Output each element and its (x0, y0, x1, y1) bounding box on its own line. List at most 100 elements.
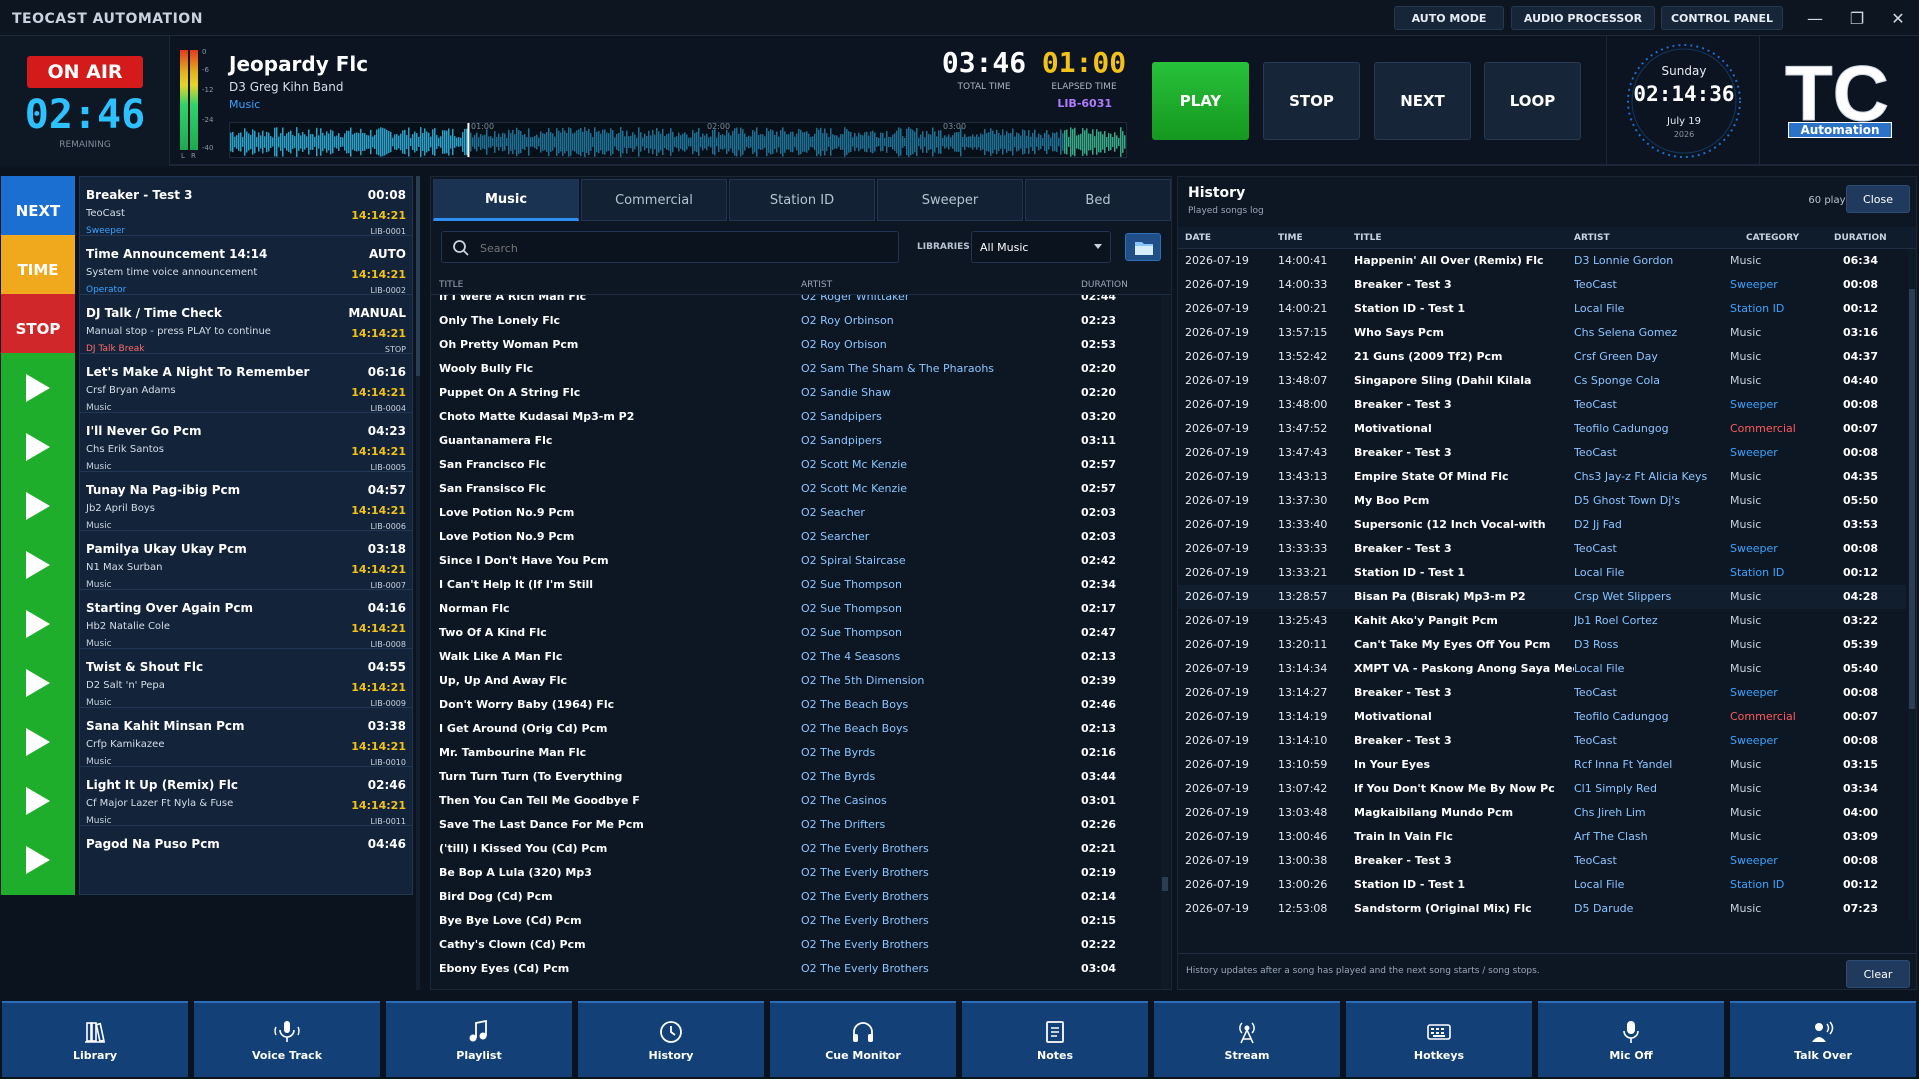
library-row[interactable]: Oh Pretty Woman Pcm O2 Roy Orbison 02:53 (431, 333, 1159, 357)
audio-processor-button[interactable]: AUDIO PROCESSOR (1511, 6, 1655, 30)
library-row[interactable]: I Get Around (Orig Cd) Pcm O2 The Beach B… (431, 717, 1159, 741)
history-row[interactable]: 2026-07-19 13:57:15 Who Says Pcm Chs Selena… (1178, 321, 1906, 345)
history-row[interactable]: 2026-07-19 13:47:52 Motivational Teofilo Ca… (1178, 417, 1906, 441)
library-row[interactable]: Turn Turn Turn (To Everything O2 The Byrd… (431, 765, 1159, 789)
toolbar-stream-button[interactable]: Stream (1154, 1001, 1340, 1077)
toolbar-hotkeys-button[interactable]: Hotkeys (1346, 1001, 1532, 1077)
library-row[interactable]: I Can't Help It (If I'm Still O2 Sue Thom… (431, 573, 1159, 597)
history-row[interactable]: 2026-07-19 13:28:57 Bisan Pa (Bisrak) Mp3-… (1178, 585, 1906, 609)
library-row[interactable]: Save The Last Dance For Me Pcm O2 The Dri… (431, 813, 1159, 837)
history-row[interactable]: 2026-07-19 13:33:33 Breaker - Test 3 TeoCas… (1178, 537, 1906, 561)
tab-bed[interactable]: Bed (1025, 179, 1171, 221)
toolbar-talk-over-button[interactable]: Talk Over (1730, 1001, 1916, 1077)
column-header-title[interactable]: TITLE (439, 280, 463, 290)
control-panel-button[interactable]: CONTROL PANEL (1661, 6, 1783, 30)
library-row[interactable]: Guantanamera Flc O2 Sandpipers 03:11 (431, 429, 1159, 453)
toolbar-mic-off-button[interactable]: Mic Off (1538, 1001, 1724, 1077)
history-row[interactable]: 2026-07-19 13:00:38 Breaker - Test 3 TeoCas… (1178, 849, 1906, 873)
libraries-select[interactable]: All Music (971, 231, 1111, 263)
toolbar-history-button[interactable]: History (578, 1001, 764, 1077)
column-header-date[interactable]: DATE (1185, 233, 1211, 243)
history-scrollbar-thumb[interactable] (1909, 289, 1915, 709)
column-header-time[interactable]: TIME (1278, 233, 1303, 243)
library-row[interactable]: Mr. Tambourine Man Flc O2 The Byrds 02:16 (431, 741, 1159, 765)
history-row[interactable]: 2026-07-19 13:48:07 Singapore Sling (Dahil… (1178, 369, 1906, 393)
library-row[interactable]: Bye Bye Love (Cd) Pcm O2 The Everly Broth… (431, 909, 1159, 933)
next-button[interactable]: NEXT (1374, 62, 1471, 140)
history-row[interactable]: 2026-07-19 13:33:21 Station ID - Test 1 Loc… (1178, 561, 1906, 585)
library-row[interactable]: Choto Matte Kudasai Mp3-m P2 O2 Sandpiper… (431, 405, 1159, 429)
playlist-scrollbar-thumb[interactable] (416, 176, 420, 376)
library-row[interactable]: Wooly Bully Flc O2 Sam The Sham & The Pha… (431, 357, 1159, 381)
column-header-category[interactable]: CATEGORY (1746, 233, 1799, 243)
history-row[interactable]: 2026-07-19 12:53:08 Sandstorm (Original Mi… (1178, 897, 1906, 921)
column-header-artist[interactable]: ARTIST (1574, 233, 1610, 243)
tab-station-id[interactable]: Station ID (729, 179, 875, 221)
toolbar-cue-monitor-button[interactable]: Cue Monitor (770, 1001, 956, 1077)
library-row[interactable]: Cathy's Clown (Cd) Pcm O2 The Everly Brot… (431, 933, 1159, 957)
playlist-card[interactable]: Pagod Na Puso Pcm 04:46 (79, 825, 413, 895)
history-row[interactable]: 2026-07-19 13:14:27 Breaker - Test 3 TeoCas… (1178, 681, 1906, 705)
history-row[interactable]: 2026-07-19 14:00:41 Happenin' All Over (Re… (1178, 249, 1906, 273)
library-row[interactable]: San Francisco Flc O2 Scott Mc Kenzie 02:57 (431, 453, 1159, 477)
history-row[interactable]: 2026-07-19 13:10:59 In Your Eyes Rcf Inna F… (1178, 753, 1906, 777)
library-row[interactable]: Puppet On A String Flc O2 Sandie Shaw 02:2… (431, 381, 1159, 405)
tab-music[interactable]: Music (433, 179, 579, 221)
library-row[interactable]: Only The Lonely Flc O2 Roy Orbinson 02:23 (431, 309, 1159, 333)
library-row[interactable]: Walk Like A Man Flc O2 The 4 Seasons 02:13 (431, 645, 1159, 669)
play-item-button[interactable] (1, 825, 75, 895)
tab-commercial[interactable]: Commercial (581, 179, 727, 221)
history-row[interactable]: 2026-07-19 13:03:48 Magkaibilang Mundo Pcm… (1178, 801, 1906, 825)
library-row[interactable]: Since I Don't Have You Pcm O2 Spiral Stai… (431, 549, 1159, 573)
library-row[interactable]: Then You Can Tell Me Goodbye F O2 The Cas… (431, 789, 1159, 813)
loop-button[interactable]: LOOP (1484, 62, 1581, 140)
history-row[interactable]: 2026-07-19 13:07:42 If You Don't Know Me B… (1178, 777, 1906, 801)
toolbar-notes-button[interactable]: Notes (962, 1001, 1148, 1077)
search-input[interactable] (480, 238, 880, 258)
close-icon[interactable]: ✕ (1877, 0, 1919, 36)
toolbar-playlist-button[interactable]: Playlist (386, 1001, 572, 1077)
playlist-item[interactable]: Pagod Na Puso Pcm 04:46 (0, 825, 414, 895)
column-header-duration[interactable]: DURATION (1081, 280, 1128, 290)
history-row[interactable]: 2026-07-19 13:33:40 Supersonic (12 Inch Vo… (1178, 513, 1906, 537)
library-row[interactable]: Bird Dog (Cd) Pcm O2 The Everly Brothers 0… (431, 885, 1159, 909)
history-row[interactable]: 2026-07-19 13:47:43 Breaker - Test 3 TeoCas… (1178, 441, 1906, 465)
toolbar-voice-track-button[interactable]: Voice Track (194, 1001, 380, 1077)
library-row[interactable]: ('till) I Kissed You (Cd) Pcm O2 The Ever… (431, 837, 1159, 861)
library-scrollbar-thumb[interactable] (1162, 877, 1168, 891)
history-row[interactable]: 2026-07-19 13:52:42 21 Guns (2009 Tf2) Pcm… (1178, 345, 1906, 369)
history-row[interactable]: 2026-07-19 13:37:30 My Boo Pcm D5 Ghost Tow… (1178, 489, 1906, 513)
waveform-seek-bar[interactable]: 01:00 02:00 03:00 (229, 122, 1127, 158)
history-close-button[interactable]: Close (1846, 185, 1910, 213)
library-row[interactable]: Ebony Eyes (Cd) Pcm O2 The Everly Brother… (431, 957, 1159, 981)
library-row[interactable]: San Fransisco Flc O2 Scott Mc Kenzie 02:57 (431, 477, 1159, 501)
library-row[interactable]: Be Bop A Lula (320) Mp3 O2 The Everly Bro… (431, 861, 1159, 885)
toolbar-library-button[interactable]: Library (2, 1001, 188, 1077)
history-clear-button[interactable]: Clear (1846, 960, 1910, 988)
history-row[interactable]: 2026-07-19 13:14:34 XMPT VA - Paskong Anon… (1178, 657, 1906, 681)
column-header-duration[interactable]: DURATION (1834, 233, 1887, 243)
history-row[interactable]: 2026-07-19 13:48:00 Breaker - Test 3 TeoCas… (1178, 393, 1906, 417)
history-row[interactable]: 2026-07-19 14:00:33 Breaker - Test 3 TeoCas… (1178, 273, 1906, 297)
history-row[interactable]: 2026-07-19 13:14:19 Motivational Teofilo Ca… (1178, 705, 1906, 729)
history-row[interactable]: 2026-07-19 13:00:46 Train In Vain Flc Arf T… (1178, 825, 1906, 849)
history-row[interactable]: 2026-07-19 13:25:43 Kahit Ako'y Pangit Pcm… (1178, 609, 1906, 633)
open-folder-button[interactable] (1125, 233, 1161, 261)
history-row[interactable]: 2026-07-19 13:43:13 Empire State Of Mind F… (1178, 465, 1906, 489)
library-row[interactable]: If I Were A Rich Man Flc O2 Roger Whittak… (431, 295, 1159, 309)
library-row[interactable]: Two Of A Kind Flc O2 Sue Thompson 02:47 (431, 621, 1159, 645)
library-row[interactable]: Norman Flc O2 Sue Thompson 02:17 (431, 597, 1159, 621)
auto-mode-button[interactable]: AUTO MODE (1394, 6, 1504, 30)
history-row[interactable]: 2026-07-19 13:14:10 Breaker - Test 3 TeoCas… (1178, 729, 1906, 753)
history-row[interactable]: 2026-07-19 13:20:11 Can't Take My Eyes Off… (1178, 633, 1906, 657)
tab-sweeper[interactable]: Sweeper (877, 179, 1023, 221)
column-header-artist[interactable]: ARTIST (801, 280, 832, 290)
library-row[interactable]: Love Potion No.9 Pcm O2 Searcher 02:03 (431, 525, 1159, 549)
library-row[interactable]: Don't Worry Baby (1964) Flc O2 The Beach … (431, 693, 1159, 717)
library-row[interactable]: Up, Up And Away Flc O2 The 5th Dimension 0… (431, 669, 1159, 693)
history-row[interactable]: 2026-07-19 13:00:26 Station ID - Test 1 Loc… (1178, 873, 1906, 897)
stop-button[interactable]: STOP (1263, 62, 1360, 140)
play-button[interactable]: PLAY (1152, 62, 1249, 140)
maximize-icon[interactable]: ❐ (1836, 0, 1878, 36)
library-row[interactable]: Love Potion No.9 Pcm O2 Seacher 02:03 (431, 501, 1159, 525)
